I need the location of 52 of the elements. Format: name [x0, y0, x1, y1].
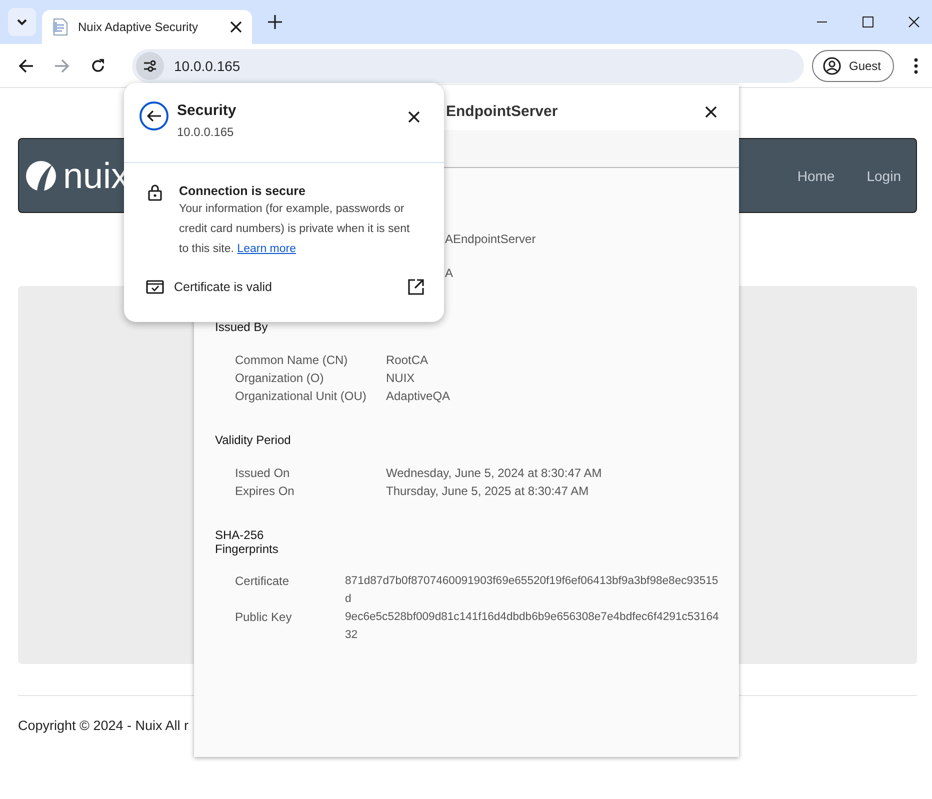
connection-title: Connection is secure: [179, 183, 306, 199]
field-value: 9ec6e5c528bf009d81c141f16d4dbdb6b9e656308e7e4bdfec6f4291c5316432: [345, 610, 720, 643]
menu-icon[interactable]: [914, 58, 918, 74]
popup-title: Security: [177, 101, 238, 121]
back-icon[interactable]: [18, 58, 34, 74]
field-label: Organization (O): [235, 370, 325, 387]
field-label: Issued On: [235, 465, 291, 482]
reload-icon[interactable]: [90, 58, 106, 74]
field-label: Organizational Unit (OU): [235, 388, 368, 405]
site-settings-icon[interactable]: [136, 52, 164, 80]
certificate-item[interactable]: Certificate is valid: [124, 279, 444, 295]
learn-more-link[interactable]: Learn more: [237, 243, 296, 255]
field-value: Thursday, June 5, 2025 at 8:30:47 AM: [386, 483, 590, 500]
close-icon[interactable]: [908, 16, 920, 28]
footer-text: Copyright © 2024 - Nuix All r: [18, 718, 190, 733]
browser-tab[interactable]: Nuix Adaptive Security: [42, 10, 252, 44]
field-label: Public Key: [235, 609, 293, 626]
field-label: Certificate: [235, 573, 290, 590]
tab-title: Nuix Adaptive Security: [78, 20, 200, 34]
field-value: 871d87d7b0f8707460091903f69e65520f19f6ef06413bf9a3bf98e8ec93515d: [345, 574, 720, 607]
logo-icon[interactable]: [25, 160, 57, 192]
lock-icon[interactable]: [148, 184, 162, 201]
new-tab-icon[interactable]: [268, 15, 282, 29]
nav-link[interactable]: Login: [866, 168, 901, 184]
maximize-icon[interactable]: [862, 16, 874, 28]
back-icon[interactable]: [139, 101, 169, 131]
field-value: NUIX: [386, 370, 416, 387]
field-label: Common Name (CN): [235, 352, 349, 369]
section-heading: Issued By: [215, 320, 269, 334]
section-heading: Validity Period: [215, 433, 292, 447]
certificate-icon[interactable]: [146, 280, 164, 294]
field-value: AdaptiveQA: [386, 388, 452, 405]
tab-search-icon[interactable]: [8, 8, 36, 36]
nav-link[interactable]: Home: [797, 168, 835, 184]
field-label: Expires On: [235, 483, 296, 500]
close-icon[interactable]: [408, 111, 420, 123]
connection-description: Your information (for example, passwords or credit card numbers) is private when it is sent to this site. Learn more: [179, 202, 411, 257]
person-icon[interactable]: [822, 56, 841, 74]
field-value: A: [445, 266, 454, 282]
profile-button[interactable]: Guest: [812, 50, 894, 82]
dialog-title: EndpointServer: [446, 103, 558, 120]
field-value: RootCA: [386, 352, 430, 369]
field-value: Wednesday, June 5, 2024 at 8:30:47 AM: [386, 465, 603, 482]
host-text: 10.0.0.165: [177, 125, 235, 139]
external-link-icon[interactable]: [408, 279, 424, 295]
address-bar[interactable]: 10.0.0.165: [132, 48, 804, 82]
section-heading: SHA-256 Fingerprints: [215, 528, 280, 556]
close-icon[interactable]: [705, 106, 717, 118]
page-icon[interactable]: [52, 18, 68, 36]
forward-icon[interactable]: [54, 58, 70, 74]
close-icon[interactable]: [230, 21, 242, 33]
field-value: AEndpointServer: [445, 232, 537, 248]
